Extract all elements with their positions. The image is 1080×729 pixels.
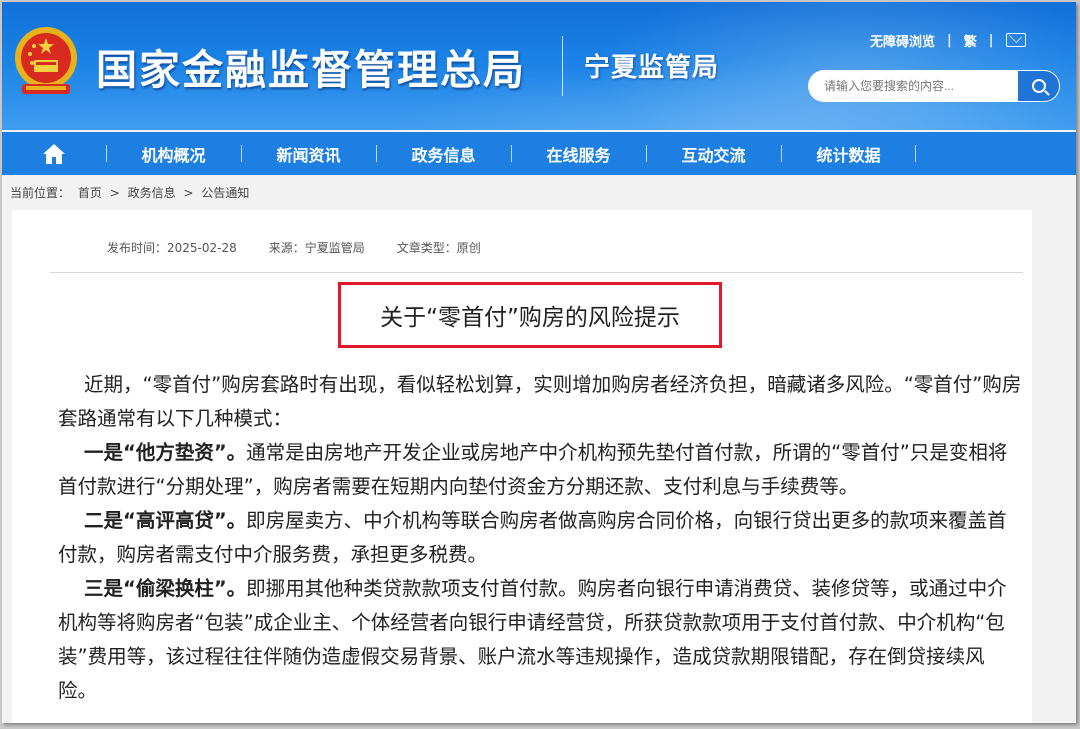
paragraph: 三是“偷梁换柱”。即挪用其他种类贷款款项支付首付款。购房者向银行申请消费贷、装修… — [58, 572, 1023, 708]
article-meta: 发布时间：2025-02-28 来源：宁夏监管局 文章类型：原创 — [107, 239, 513, 256]
title-divider — [562, 36, 563, 96]
site-title[interactable]: 国家金融监督管理总局 — [96, 36, 526, 96]
paragraph-lead: 三是“偷梁换柱”。 — [84, 577, 247, 600]
nav-item-government-info[interactable]: 政务信息 — [376, 132, 511, 175]
breadcrumb-separator: > — [109, 186, 120, 200]
breadcrumb-government-info[interactable]: 政务信息 — [128, 186, 176, 200]
nav-item-about[interactable]: 机构概况 — [106, 132, 241, 175]
nav-item-statistics[interactable]: 统计数据 — [781, 132, 916, 175]
home-icon — [43, 143, 65, 164]
breadcrumb-label: 当前位置： — [10, 186, 71, 200]
top-links: 无障碍浏览 | 繁 | — [870, 30, 1026, 50]
breadcrumb-home[interactable]: 首页 — [78, 186, 102, 200]
search-button[interactable] — [1018, 70, 1060, 102]
paragraph-lead: 一是“他方垫资”。 — [84, 441, 247, 464]
paragraph: 近期，“零首付”购房套路时有出现，看似轻松划算，实则增加购房者经济负担，暗藏诸多… — [58, 368, 1023, 436]
nav-item-news[interactable]: 新闻资讯 — [241, 132, 376, 175]
search-icon — [1031, 79, 1046, 93]
site-header: 国家金融监督管理总局 宁夏监管局 无障碍浏览 | 繁 | — [2, 2, 1076, 130]
article-type: 文章类型：原创 — [396, 241, 481, 255]
screenshot-frame: 国家金融监督管理总局 宁夏监管局 无障碍浏览 | 繁 | 机构概况 新闻资讯 政… — [0, 0, 1080, 729]
divider — [50, 272, 1023, 273]
search-input[interactable] — [808, 70, 1018, 102]
article-title: 关于“零首付”购房的风险提示 — [380, 305, 680, 331]
paragraph: 二是“高评高贷”。即房屋卖方、中介机构等联合购房者做高购房合同价格，向银行贷出更… — [58, 504, 1023, 572]
mail-icon[interactable] — [1005, 33, 1026, 47]
breadcrumb: 当前位置： 首页 > 政务信息 > 公告通知 — [10, 184, 253, 201]
paragraph-text: 近期，“零首付”购房套路时有出现，看似轻松划算，实则增加购房者经济负担，暗藏诸多… — [58, 373, 1022, 430]
article-source: 来源：宁夏监管局 — [268, 241, 365, 255]
breadcrumb-announcements[interactable]: 公告通知 — [201, 186, 249, 200]
page: 国家金融监督管理总局 宁夏监管局 无障碍浏览 | 繁 | 机构概况 新闻资讯 政… — [2, 2, 1076, 723]
link-separator: | — [947, 32, 952, 48]
nav-item-interaction[interactable]: 互动交流 — [646, 132, 781, 175]
main-nav: 机构概况 新闻资讯 政务信息 在线服务 互动交流 统计数据 — [2, 132, 1076, 175]
breadcrumb-separator: > — [183, 186, 194, 200]
national-emblem-icon — [15, 27, 77, 94]
article-body: 近期，“零首付”购房套路时有出现，看似轻松划算，实则增加购房者经济负担，暗藏诸多… — [58, 368, 1023, 708]
paragraph-lead: 二是“高评高贷”。 — [84, 509, 247, 532]
site-subtitle[interactable]: 宁夏监管局 — [584, 47, 719, 84]
article-container: 发布时间：2025-02-28 来源：宁夏监管局 文章类型：原创 关于“零首付”… — [12, 210, 1032, 723]
title-highlight-box: 关于“零首付”购房的风险提示 — [338, 282, 722, 348]
link-separator: | — [988, 32, 994, 48]
traditional-chinese-link[interactable]: 繁 — [964, 31, 977, 50]
paragraph: 一是“他方垫资”。通常是由房地产开发企业或房地产中介机构预先垫付首付款，所谓的“… — [58, 436, 1023, 504]
accessibility-link[interactable]: 无障碍浏览 — [870, 31, 935, 50]
nav-item-online-services[interactable]: 在线服务 — [511, 132, 646, 175]
publish-time: 发布时间：2025-02-28 — [107, 241, 237, 255]
nav-home[interactable] — [2, 132, 106, 175]
